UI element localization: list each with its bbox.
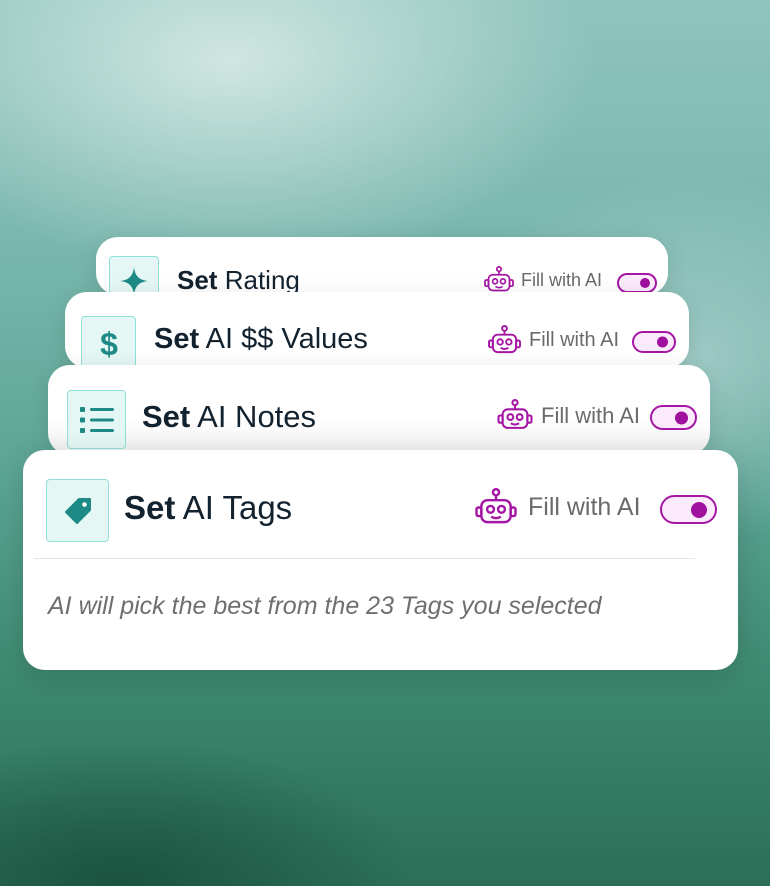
set-rating-title: Set Rating xyxy=(177,265,300,295)
set-label: Set xyxy=(124,489,176,526)
fill-with-ai-notes: Fill with AI xyxy=(497,399,640,432)
sparkle-icon xyxy=(120,267,148,295)
robot-icon xyxy=(484,266,514,292)
rating-label: Rating xyxy=(224,265,300,295)
fill-with-ai-toggle-values[interactable] xyxy=(632,331,676,353)
tags-label: AI Tags xyxy=(182,489,293,526)
values-icon-box: $ xyxy=(81,316,136,368)
set-tags-card: Set AI Tags Fill with AI AI will pick th… xyxy=(23,450,738,670)
values-label: AI $$ Values xyxy=(205,323,368,355)
svg-text:$: $ xyxy=(100,327,118,361)
list-icon xyxy=(79,406,114,433)
fill-with-ai-toggle-notes[interactable] xyxy=(650,405,697,430)
set-rating-card: Set Rating Fill with AI xyxy=(96,237,668,295)
dollar-icon: $ xyxy=(100,327,118,361)
divider xyxy=(34,558,695,559)
tags-icon-box xyxy=(46,479,109,542)
fill-with-ai-tags: Fill with AI xyxy=(475,488,641,527)
fill-with-ai-toggle-rating[interactable] xyxy=(617,273,657,293)
robot-icon xyxy=(497,399,533,429)
notes-label: AI Notes xyxy=(197,399,317,434)
set-label: Set xyxy=(142,399,191,434)
rating-icon-box xyxy=(109,256,159,295)
fill-with-ai-label: Fill with AI xyxy=(528,493,641,521)
fill-with-ai-toggle-tags[interactable] xyxy=(660,495,717,524)
fill-with-ai-values: Fill with AI xyxy=(488,325,619,356)
robot-icon xyxy=(488,325,521,354)
set-notes-card: Set AI Notes Fill with AI xyxy=(48,365,710,455)
fill-with-ai-rating: Fill with AI xyxy=(484,266,602,294)
fill-with-ai-label: Fill with AI xyxy=(541,402,641,428)
set-label: Set xyxy=(154,323,200,355)
robot-icon xyxy=(475,488,517,524)
tags-hint-text: AI will pick the best from the 23 Tags y… xyxy=(48,592,602,620)
fill-with-ai-label: Fill with AI xyxy=(529,329,620,351)
notes-icon-box xyxy=(67,390,126,449)
set-values-card: $ Set AI $$ Values Fill with AI xyxy=(65,292,689,368)
set-values-title: Set AI $$ Values xyxy=(154,323,368,356)
set-tags-title: Set AI Tags xyxy=(124,489,292,527)
set-label: Set xyxy=(177,265,218,295)
fill-with-ai-label: Fill with AI xyxy=(521,269,603,290)
set-notes-title: Set AI Notes xyxy=(142,399,316,435)
tag-icon xyxy=(64,497,91,524)
